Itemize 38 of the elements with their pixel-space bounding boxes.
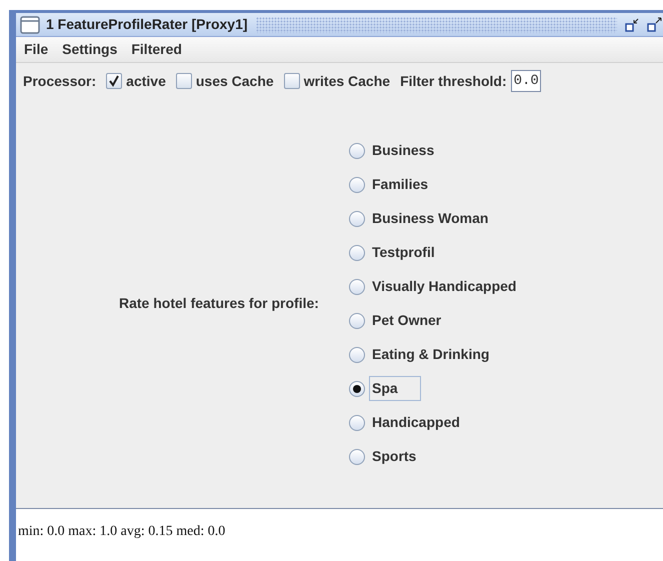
menu-item[interactable]: Settings: [62, 39, 118, 60]
radio-button[interactable]: [349, 448, 365, 464]
checkbox[interactable]: [176, 73, 192, 89]
threshold-field[interactable]: 0.0: [510, 70, 541, 92]
maximize-icon[interactable]: [647, 16, 663, 32]
radio-button[interactable]: [349, 346, 365, 362]
radio-label[interactable]: Business Woman: [369, 206, 492, 231]
menu-item[interactable]: Filtered: [131, 39, 182, 60]
profile-label: Rate hotel features for profile:: [119, 294, 320, 313]
radio-button[interactable]: [349, 380, 365, 396]
radio-button[interactable]: [349, 414, 365, 430]
radio-button[interactable]: [349, 176, 365, 192]
radio-label[interactable]: Families: [369, 172, 432, 197]
radio-label[interactable]: Sports: [369, 444, 420, 469]
checkbox-label[interactable]: writes Cache: [304, 70, 390, 92]
radio-button[interactable]: [349, 210, 365, 226]
window-icon: [20, 16, 40, 34]
radio-button[interactable]: [349, 142, 365, 158]
processor-label: Processor:: [23, 72, 96, 90]
radio-label[interactable]: Eating & Drinking: [369, 342, 492, 367]
menu-item[interactable]: File: [24, 39, 48, 60]
threshold-label: Filter threshold:: [400, 72, 507, 90]
radio-label[interactable]: Visually Handicapped: [369, 274, 520, 299]
minimize-icon[interactable]: [625, 16, 639, 32]
checkbox-label[interactable]: uses Cache: [196, 70, 274, 92]
checkbox-label[interactable]: active: [126, 70, 166, 92]
checkbox[interactable]: [284, 73, 300, 89]
checkbox[interactable]: [106, 73, 122, 89]
radio-label[interactable]: Testprofil: [369, 240, 438, 265]
window-title: 1 FeatureProfileRater [Proxy1]: [46, 15, 248, 34]
radio-label[interactable]: Pet Owner: [369, 308, 444, 333]
radio-label[interactable]: Business: [369, 138, 438, 163]
radio-label[interactable]: Handicapped: [369, 410, 463, 435]
statistics-text: min: 0.0 max: 1.0 avg: 0.15 med: 0.0: [18, 524, 226, 539]
radio-button[interactable]: [349, 312, 365, 328]
radio-label[interactable]: Spa: [369, 376, 421, 401]
radio-button[interactable]: [349, 244, 365, 260]
radio-button[interactable]: [349, 278, 365, 294]
